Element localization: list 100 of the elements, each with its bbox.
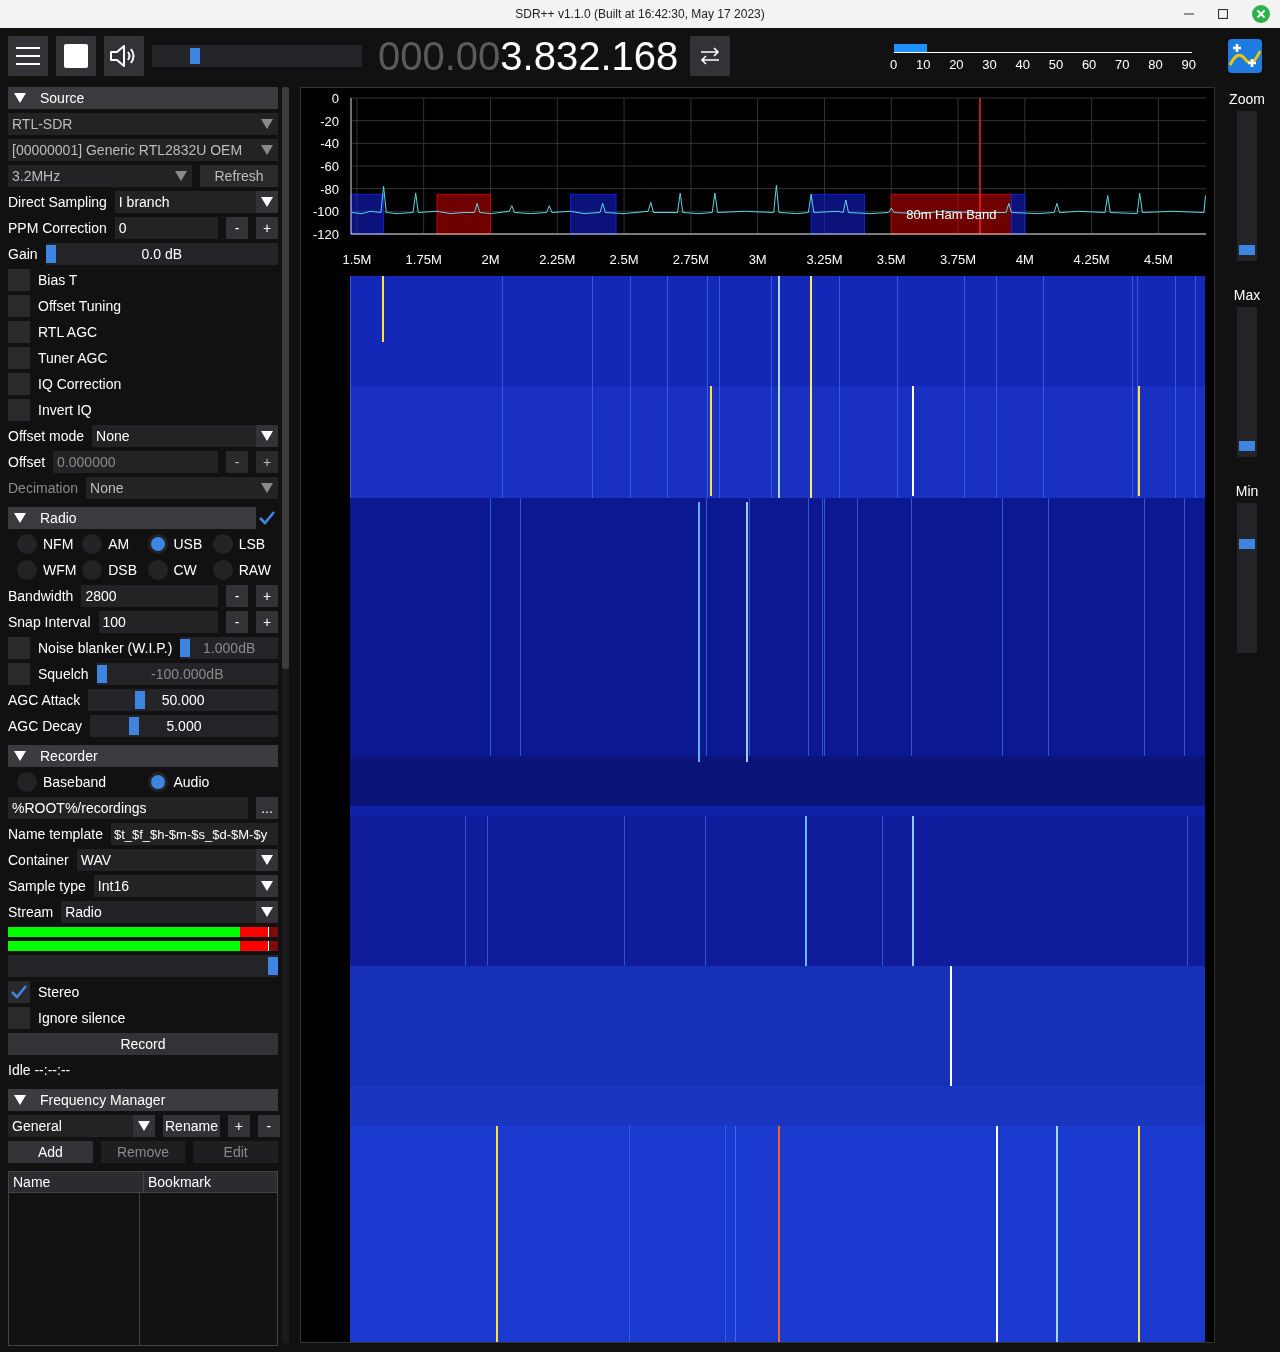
stop-icon <box>64 44 88 68</box>
slider-label: Min <box>1235 483 1259 501</box>
swap-button[interactable] <box>690 36 730 76</box>
slider-thumb[interactable] <box>96 665 107 683</box>
slider-thumb[interactable] <box>1239 441 1255 452</box>
checkbox[interactable] <box>8 663 30 685</box>
slider[interactable]: 1.000dB <box>180 637 278 659</box>
slider[interactable]: 5.000 <box>89 715 278 737</box>
checkbox[interactable] <box>8 347 30 369</box>
slider-thumb[interactable] <box>129 717 140 735</box>
radio-button[interactable] <box>147 772 168 792</box>
slider[interactable]: -100.000dB <box>96 663 278 685</box>
caret-icon <box>261 197 273 207</box>
volume-slider[interactable] <box>152 45 362 67</box>
remove-list-button[interactable]: - <box>257 1115 280 1137</box>
slider-thumb[interactable] <box>1239 245 1255 256</box>
list-dropdown[interactable]: General <box>8 1115 155 1137</box>
slider-thumb[interactable] <box>268 957 278 975</box>
input-field[interactable]: $t_$f_$h-$m-$s_$d-$M-$y <box>110 823 278 845</box>
add-list-button[interactable]: + <box>227 1115 250 1137</box>
decrement-button[interactable]: - <box>226 585 248 607</box>
input-field[interactable]: 0 <box>114 217 218 239</box>
increment-button[interactable]: + <box>256 585 278 607</box>
radio-label: NFM <box>43 536 74 552</box>
increment-button[interactable]: + <box>256 611 278 633</box>
slider-value: 1.000dB <box>203 640 256 656</box>
band-marker <box>436 193 491 235</box>
checkbox[interactable] <box>8 321 30 343</box>
column-header: Bookmark <box>147 1173 212 1192</box>
checkbox[interactable] <box>8 981 30 1003</box>
vertical-slider[interactable] <box>1237 307 1257 457</box>
speaker-button[interactable] <box>104 36 144 76</box>
dropdown-value: None <box>89 480 125 496</box>
scale-label: 80 <box>1148 57 1163 72</box>
caret-icon <box>261 483 273 493</box>
axis-label: 4.5M <box>1144 252 1173 267</box>
dropdown[interactable]: I branch <box>114 191 278 213</box>
path-field[interactable]: %ROOT%/recordings <box>8 797 248 819</box>
menu-button[interactable] <box>8 36 48 76</box>
slider[interactable]: 0.0 dB <box>45 243 278 265</box>
dropdown-value: 3.2MHz <box>11 168 62 184</box>
slider-thumb[interactable] <box>180 639 191 657</box>
field-label: Sample type <box>8 878 86 894</box>
dropdown[interactable]: Int16 <box>93 875 278 897</box>
axis-label: 1.75M <box>405 252 442 267</box>
slider-thumb[interactable] <box>135 691 146 709</box>
slider-thumb[interactable] <box>45 245 56 263</box>
checkmark-icon <box>11 985 27 999</box>
section-header[interactable]: Radio <box>8 507 278 529</box>
menu-icon <box>16 47 40 65</box>
radio-label: WFM <box>43 562 77 578</box>
field-label: Offset mode <box>8 428 84 444</box>
checkbox[interactable] <box>8 295 30 317</box>
input-field[interactable]: 100 <box>98 611 218 633</box>
dropdown-value: WAV <box>79 852 113 868</box>
radio-button[interactable] <box>147 534 168 554</box>
close-button[interactable] <box>1252 5 1270 23</box>
vertical-slider[interactable] <box>1237 503 1257 653</box>
decrement-button[interactable]: - <box>226 217 248 239</box>
section-header[interactable]: Frequency Manager <box>8 1089 278 1111</box>
dropdown[interactable]: WAV <box>76 849 278 871</box>
scrollbar[interactable] <box>282 87 289 1343</box>
radio-label: USB <box>173 536 203 552</box>
field-label: Direct Sampling <box>8 194 107 210</box>
decrement-button[interactable]: - <box>226 611 248 633</box>
checkbox[interactable] <box>8 399 30 421</box>
dropdown[interactable]: None <box>92 425 278 447</box>
dropdown[interactable]: Radio <box>61 901 278 923</box>
rename-button[interactable]: Rename <box>163 1115 220 1137</box>
checkbox-label: Stereo <box>38 984 80 1000</box>
radio-label: RAW <box>238 562 271 578</box>
browse-button[interactable]: ... <box>256 797 278 819</box>
checkbox[interactable] <box>8 1007 30 1029</box>
dropdown-value: RTL-SDR <box>11 116 74 132</box>
increment-button[interactable]: + <box>256 217 278 239</box>
record-button[interactable]: Record <box>8 1033 278 1055</box>
radio-label: DSB <box>108 562 138 578</box>
checkbox-label: Offset Tuning <box>38 298 121 314</box>
slider-thumb[interactable] <box>190 48 200 64</box>
slider-thumb[interactable] <box>1239 539 1255 550</box>
app-logo-icon[interactable] <box>1228 39 1262 73</box>
checkbox[interactable] <box>8 637 30 659</box>
axis-label: -100 <box>312 204 339 220</box>
checkbox[interactable] <box>8 373 30 395</box>
status-text: Idle --:--:-- <box>8 1062 71 1078</box>
slider-value: 0.0 dB <box>141 246 183 262</box>
section-header[interactable]: Recorder <box>8 745 278 767</box>
axis-label: -120 <box>312 227 339 242</box>
field-label: Container <box>8 852 69 868</box>
scale-label: 70 <box>1115 57 1130 72</box>
slider[interactable] <box>8 955 278 977</box>
stop-button[interactable] <box>56 36 96 76</box>
checkbox[interactable] <box>8 269 30 291</box>
section-title: Frequency Manager <box>40 1092 166 1108</box>
input-field[interactable]: 2800 <box>81 585 218 607</box>
slider[interactable]: 50.000 <box>88 689 278 711</box>
section-header[interactable]: Source <box>8 87 278 109</box>
field-label: Decimation <box>8 480 79 496</box>
action-button[interactable]: Add <box>8 1141 93 1163</box>
vertical-slider[interactable] <box>1237 111 1257 261</box>
